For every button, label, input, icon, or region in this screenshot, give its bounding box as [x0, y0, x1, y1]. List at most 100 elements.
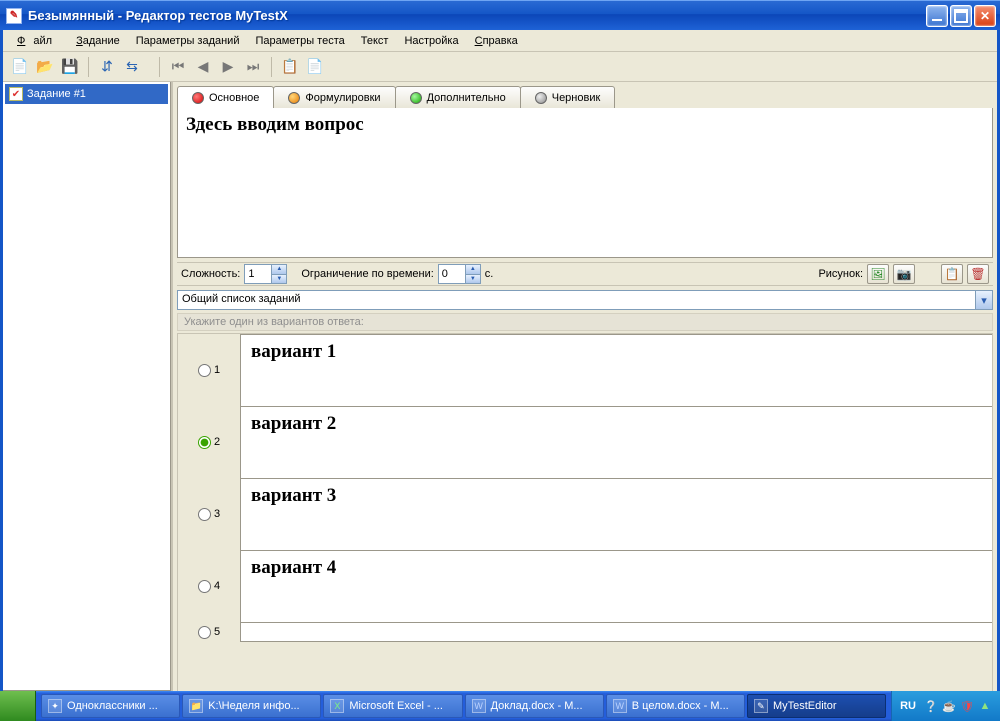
app-icon: ✎: [6, 8, 22, 24]
task-tree[interactable]: ✔ Задание #1: [3, 82, 171, 691]
tab-dot-icon: [410, 92, 422, 104]
answer-radio-5[interactable]: [198, 626, 211, 639]
maximize-button[interactable]: [950, 5, 972, 27]
nav-last[interactable]: ⏭: [242, 56, 264, 78]
tray-shield-icon[interactable]: 🛡: [960, 699, 974, 713]
nav-prev[interactable]: ◀: [192, 56, 214, 78]
taskbar-item-label: Одноклассники ...: [67, 700, 158, 712]
answers-list[interactable]: 1 вариант 1 2 вариант 2 3 вар: [177, 333, 993, 691]
time-input[interactable]: [439, 268, 465, 280]
tab-bar: Основное Формулировки Дополнительно Черн…: [177, 86, 993, 108]
mytest-icon: ✎: [754, 699, 768, 713]
taskbar-item-4[interactable]: W Доклад.docx - M...: [465, 694, 604, 718]
answer-radio-3[interactable]: [198, 508, 211, 521]
tab-label: Формулировки: [305, 92, 380, 104]
tab-additional[interactable]: Дополнительно: [395, 86, 521, 108]
answer-index: 3: [214, 508, 220, 520]
tab-main[interactable]: Основное: [177, 86, 274, 108]
camera-button[interactable]: 📷: [893, 264, 915, 284]
answer-index: 1: [214, 364, 220, 376]
answer-text-1[interactable]: вариант 1: [240, 334, 992, 406]
close-button[interactable]: [974, 5, 996, 27]
tray-java-icon[interactable]: ☕: [942, 699, 956, 713]
new-button[interactable]: 📄: [9, 56, 31, 78]
taskbar-item-label: Доклад.docx - M...: [491, 700, 583, 712]
answer-row: 2 вариант 2: [178, 406, 992, 478]
spinner-up-icon[interactable]: ▲: [271, 265, 286, 274]
taskbar-item-1[interactable]: ✦ Одноклассники ...: [41, 694, 180, 718]
tray-help-icon[interactable]: ❔: [924, 699, 938, 713]
taskbar-item-3[interactable]: X Microsoft Excel - ...: [323, 694, 462, 718]
nav-next[interactable]: ▶: [217, 56, 239, 78]
taskbar: ✦ Одноклассники ... 📁 K:\Неделя инфо... …: [0, 691, 1000, 721]
nav-first[interactable]: ⏮: [167, 56, 189, 78]
task-node-label: Задание #1: [27, 88, 86, 100]
answer-text-2[interactable]: вариант 2: [240, 406, 992, 478]
answer-row: 3 вариант 3: [178, 478, 992, 550]
answers-hint: Укажите один из вариантов ответа:: [177, 313, 993, 331]
spinner-down-icon[interactable]: ▼: [271, 274, 286, 283]
folder-icon: 📁: [189, 699, 203, 713]
menu-test-params[interactable]: Параметры теста: [247, 32, 352, 50]
taskbar-item-2[interactable]: 📁 K:\Неделя инфо...: [182, 694, 321, 718]
system-tray[interactable]: RU ❔ ☕ 🛡 ▲: [891, 691, 1000, 721]
tab-phrasing[interactable]: Формулировки: [273, 86, 395, 108]
answer-text-3[interactable]: вариант 3: [240, 478, 992, 550]
menu-file[interactable]: Файл: [9, 32, 68, 50]
delete-picture-button[interactable]: 🗑: [967, 264, 989, 284]
dropdown-value[interactable]: Общий список заданий: [177, 290, 976, 310]
menu-settings[interactable]: Настройка: [396, 32, 466, 50]
toolbar: 📄 📂 💾 ⇵ ⇆ ⏮ ◀ ▶ ⏭ 📋 📄: [3, 52, 997, 82]
separator: [88, 57, 89, 77]
task-node-1[interactable]: ✔ Задание #1: [5, 84, 168, 104]
answer-row: 4 вариант 4: [178, 550, 992, 622]
menu-task-params[interactable]: Параметры заданий: [128, 32, 248, 50]
tab-dot-icon: [288, 92, 300, 104]
time-spinner[interactable]: ▲ ▼: [438, 264, 481, 284]
menu-help[interactable]: Справка: [467, 32, 526, 50]
complexity-spinner[interactable]: ▲ ▼: [244, 264, 287, 284]
answer-text-4[interactable]: вариант 4: [240, 550, 992, 622]
taskbar-item-5[interactable]: W В целом.docx - M...: [606, 694, 745, 718]
taskbar-item-6[interactable]: ✎ MyTestEditor: [747, 694, 886, 718]
question-editor[interactable]: Здесь вводим вопрос: [177, 108, 993, 258]
meta-row: Сложность: ▲ ▼ Ограничение по времени: ▲…: [177, 262, 993, 286]
taskbar-item-label: В целом.docx - M...: [632, 700, 729, 712]
language-indicator[interactable]: RU: [900, 700, 916, 712]
dropdown-arrow-icon[interactable]: ▾: [976, 290, 993, 310]
tab-draft[interactable]: Черновик: [520, 86, 616, 108]
answer-radio-2[interactable]: [198, 436, 211, 449]
start-button[interactable]: [0, 691, 36, 721]
menu-text[interactable]: Текст: [353, 32, 397, 50]
spinner-up-icon[interactable]: ▲: [465, 265, 480, 274]
minimize-button[interactable]: [926, 5, 948, 27]
open-button[interactable]: 📂: [34, 56, 56, 78]
tree-btn2[interactable]: ⇆: [121, 56, 143, 78]
paste-button[interactable]: 📄: [304, 56, 326, 78]
add-picture-button[interactable]: 🖼: [867, 264, 889, 284]
save-button[interactable]: 💾: [59, 56, 81, 78]
task-list-dropdown[interactable]: Общий список заданий ▾: [177, 290, 993, 310]
paste-picture-button[interactable]: 📋: [941, 264, 963, 284]
separator: [159, 57, 160, 77]
excel-icon: X: [330, 699, 344, 713]
tray-drive-icon[interactable]: ▲: [978, 699, 992, 713]
picture-label: Рисунок:: [818, 268, 863, 280]
tab-label: Основное: [209, 92, 259, 104]
spinner-down-icon[interactable]: ▼: [465, 274, 480, 283]
answer-index: 2: [214, 436, 220, 448]
copy-button[interactable]: 📋: [279, 56, 301, 78]
tree-btn1[interactable]: ⇵: [96, 56, 118, 78]
answer-radio-4[interactable]: [198, 580, 211, 593]
answer-text-5[interactable]: [240, 622, 992, 642]
taskbar-item-label: Microsoft Excel - ...: [349, 700, 443, 712]
answer-row: 1 вариант 1: [178, 334, 992, 406]
menu-task[interactable]: Задание: [68, 32, 128, 50]
answer-index: 5: [214, 626, 220, 638]
taskbar-item-label: MyTestEditor: [773, 700, 837, 712]
answer-radio-1[interactable]: [198, 364, 211, 377]
answer-row: 5: [178, 622, 992, 642]
word-icon: W: [613, 699, 627, 713]
answer-index: 4: [214, 580, 220, 592]
complexity-input[interactable]: [245, 268, 271, 280]
